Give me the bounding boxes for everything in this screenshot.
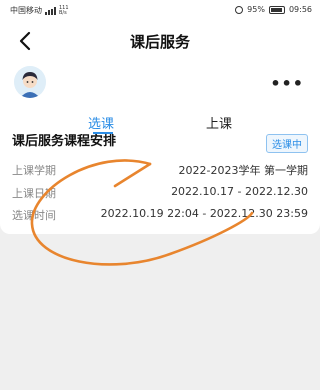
tab-bar: 选课 上课	[0, 106, 320, 134]
alarm-icon	[235, 5, 244, 14]
more-button[interactable]: •••	[270, 74, 304, 93]
nav-bar: 课后服务	[0, 20, 320, 62]
tab-course-selection[interactable]: 选课	[88, 113, 114, 132]
info-row-selection-time: 选课时间 2022.10.19 22:04 - 2022.12.30 23:59	[12, 207, 308, 223]
selection-time-value: 2022.10.19 22:04 - 2022.12.30 23:59	[100, 207, 308, 220]
clock: 09:56	[288, 5, 312, 14]
status-left: 中国移动 111 B/s	[10, 5, 69, 16]
profile-row: •••	[0, 62, 320, 106]
selection-time-label: 选课时间	[12, 209, 56, 222]
battery-percent: 95%	[247, 5, 265, 14]
battery-icon	[268, 5, 285, 14]
tab-attend-class[interactable]: 上课	[206, 113, 232, 132]
term-value: 2022-2023学年 第一学期	[178, 164, 308, 177]
page-title: 课后服务	[129, 33, 190, 51]
status-bar: 中国移动 111 B/s 95% 09:56	[0, 0, 320, 20]
network-speed: 111 B/s	[59, 4, 69, 16]
more-icon: •••	[270, 74, 304, 93]
signal-icon	[45, 6, 56, 15]
carrier-label: 中国移动	[10, 6, 42, 15]
card-title: 课后服务课程安排	[12, 134, 117, 149]
course-card[interactable]: 课后服务课程安排 选课中 上课学期 2022-2023学年 第一学期 上课日期 …	[0, 134, 320, 234]
dates-value: 2022.10.17 - 2022.12.30	[171, 185, 308, 198]
status-badge: 选课中	[266, 134, 308, 153]
student-avatar-icon	[14, 66, 46, 98]
term-label: 上课学期	[12, 164, 56, 177]
status-right: 95% 09:56	[235, 5, 312, 14]
info-row-term: 上课学期 2022-2023学年 第一学期	[12, 162, 308, 178]
info-row-dates: 上课日期 2022.10.17 - 2022.12.30	[12, 185, 308, 201]
dates-label: 上课日期	[12, 187, 56, 200]
avatar[interactable]	[14, 66, 46, 98]
